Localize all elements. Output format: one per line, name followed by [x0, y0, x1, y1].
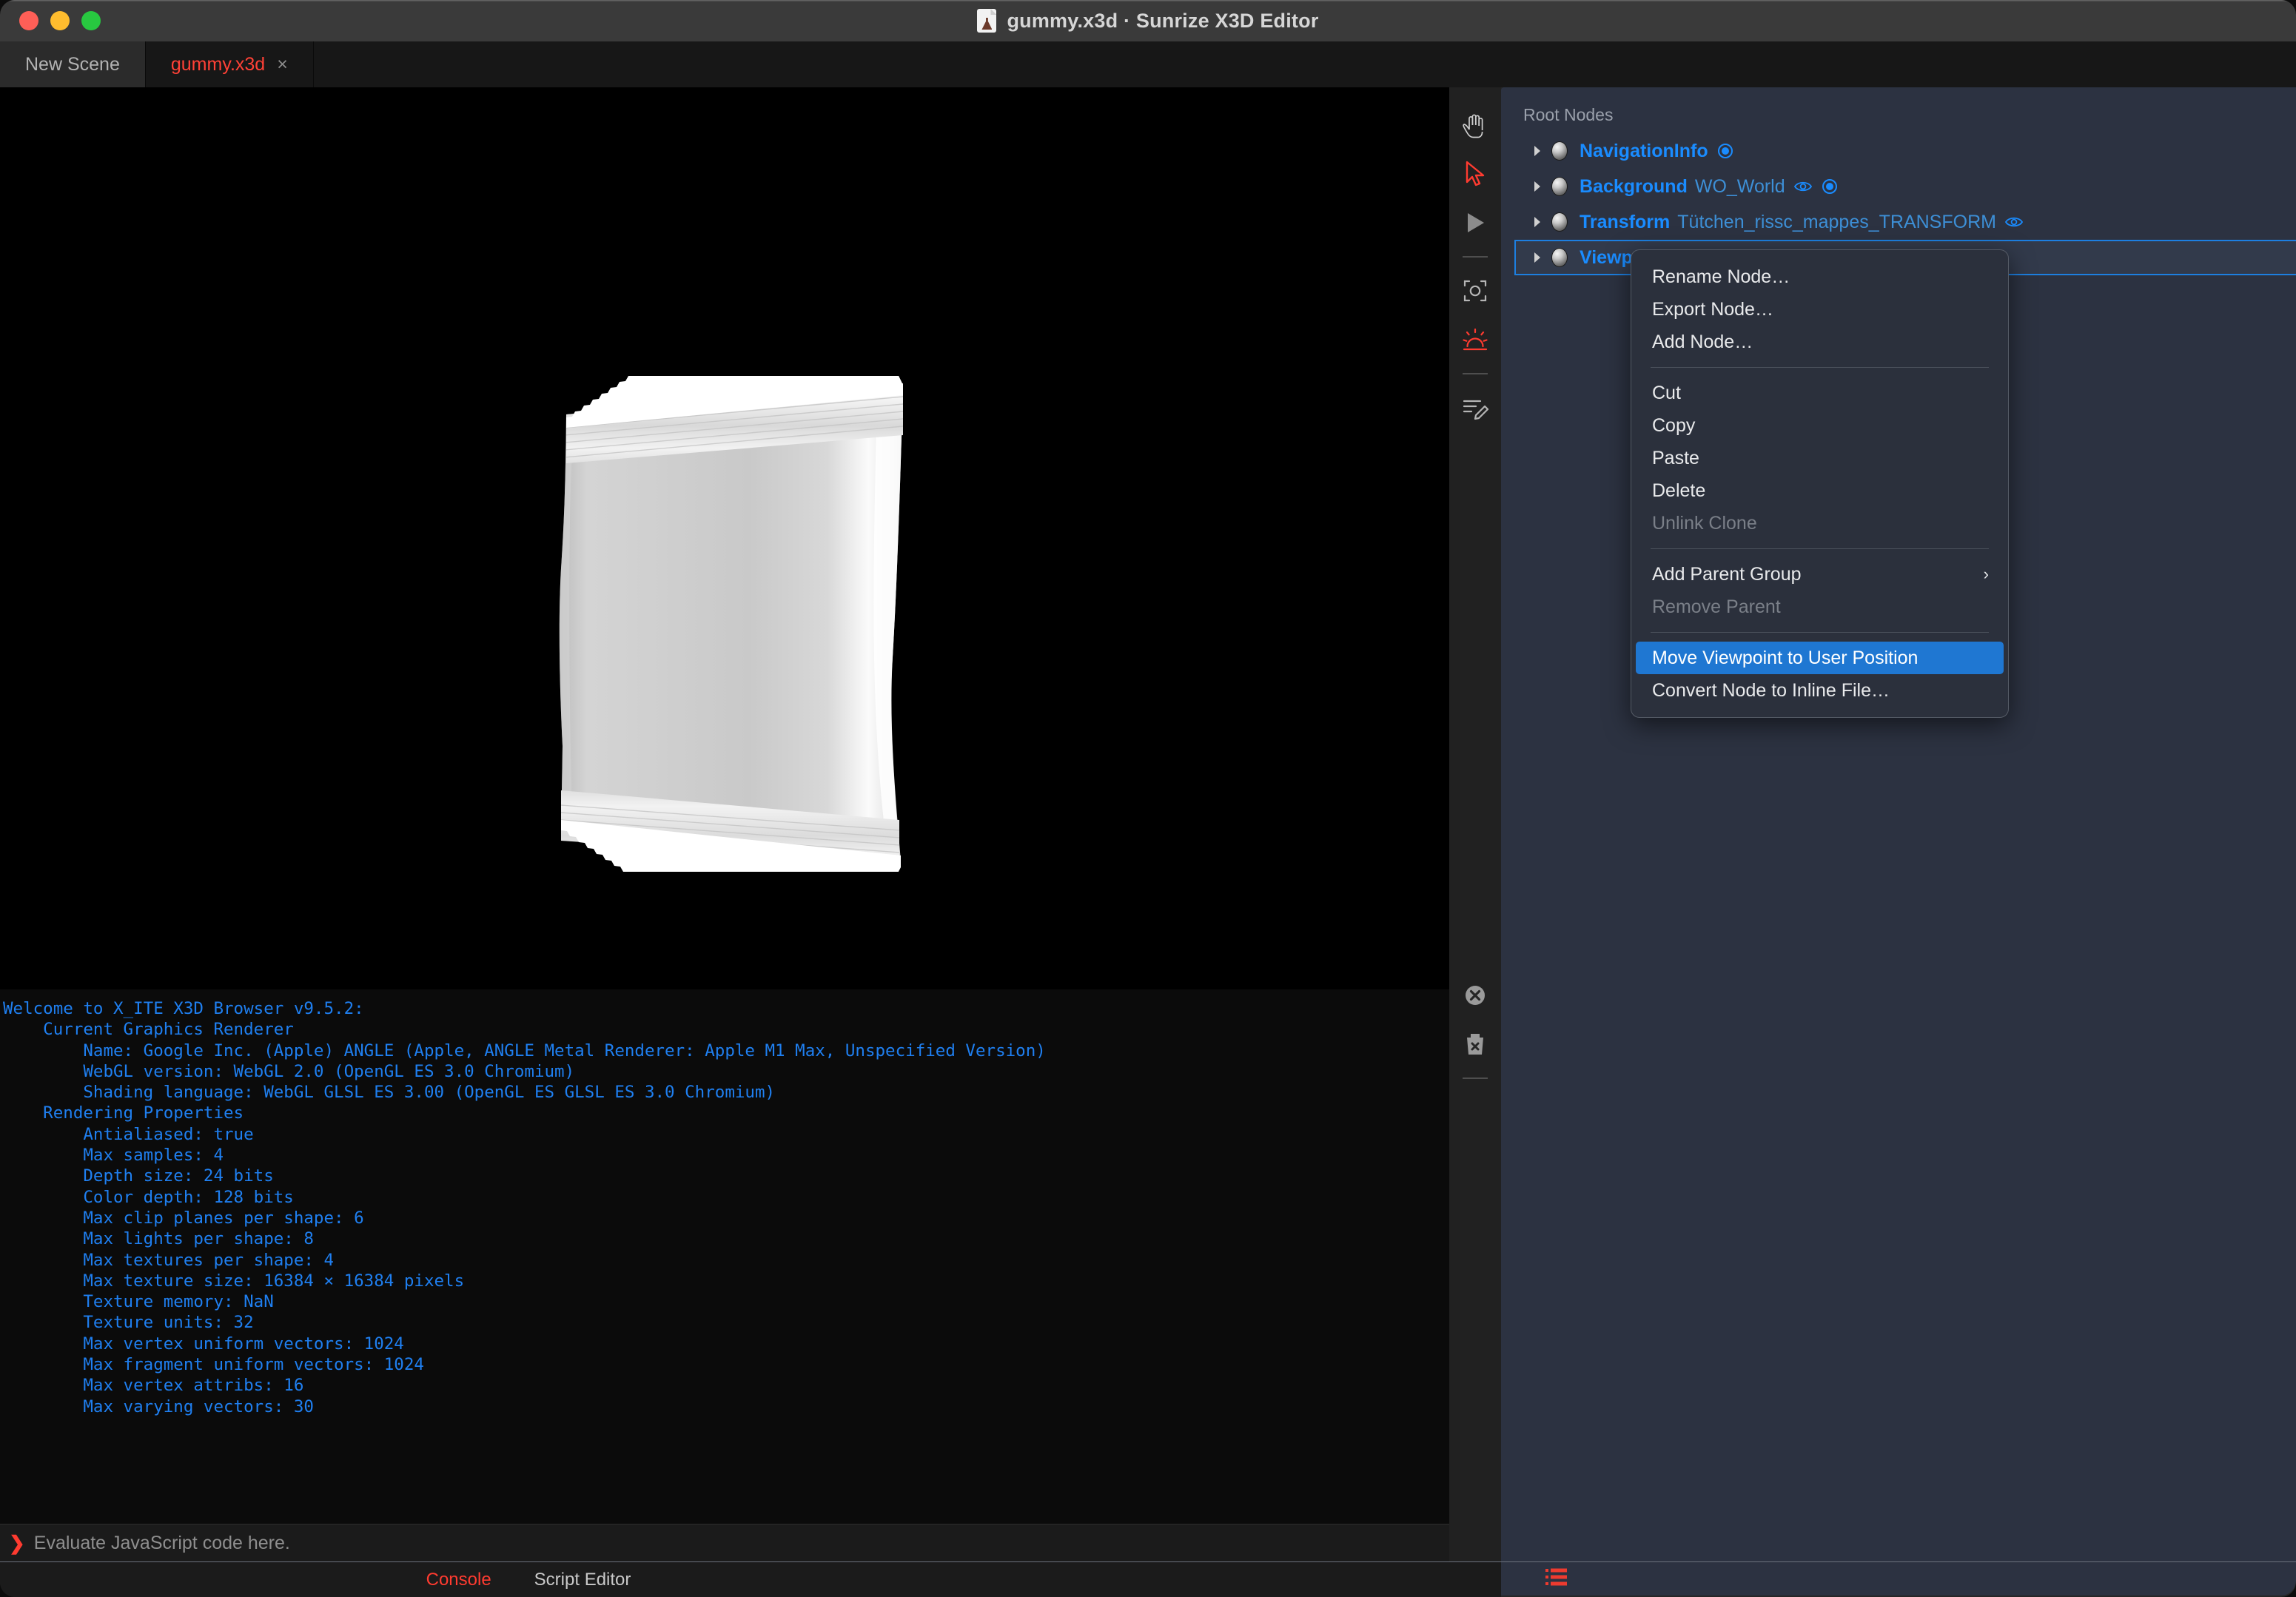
menu-item-add-node[interactable]: Add Node…	[1631, 326, 2008, 358]
node-sphere-icon	[1551, 248, 1568, 267]
viewpoint-camera-icon[interactable]	[1454, 266, 1496, 315]
candy-wrapper-sachet-3d-model	[540, 376, 933, 872]
menu-item-remove-parent: Remove Parent	[1631, 591, 2008, 623]
x3d-document-icon	[977, 9, 997, 33]
tab-label: New Scene	[25, 53, 120, 75]
menu-divider	[1651, 367, 1989, 368]
menu-item-rename-node[interactable]: Rename Node…	[1631, 260, 2008, 293]
chevron-right-icon[interactable]	[1532, 215, 1551, 229]
title-group: gummy.x3d · Sunrize X3D Editor	[0, 0, 2296, 41]
console-output[interactable]: Welcome to X_ITE X3D Browser v9.5.2: Cur…	[0, 989, 1449, 1524]
menu-divider	[1651, 632, 1989, 633]
toolbar-divider	[1463, 373, 1488, 374]
scene-tab-bar: New Scene gummy.x3d ×	[0, 41, 2296, 87]
menu-item-label: Copy	[1652, 414, 1696, 436]
tab-label: gummy.x3d	[170, 53, 266, 75]
menu-item-label: Add Node…	[1652, 331, 1753, 352]
javascript-eval-input[interactable]	[33, 1532, 1449, 1554]
delete-trash-x-icon[interactable]	[1454, 1020, 1496, 1069]
menu-item-label: Convert Node to Inline File…	[1652, 679, 1890, 701]
menu-item-label: Export Node…	[1652, 298, 1773, 320]
x3d-viewport[interactable]	[0, 87, 1449, 989]
menu-item-label: Paste	[1652, 447, 1699, 468]
menu-item-export-node[interactable]: Export Node…	[1631, 293, 2008, 326]
window-controls	[19, 11, 101, 30]
tab-new-scene[interactable]: New Scene	[0, 41, 146, 87]
toolbar-divider	[1463, 1077, 1488, 1079]
menu-item-label: Delete	[1652, 480, 1706, 501]
menu-divider	[1651, 548, 1989, 549]
chevron-right-icon: ›	[1983, 565, 1989, 583]
menu-item-label: Cut	[1652, 382, 1681, 403]
viewport-toolbar	[1449, 87, 1501, 1561]
node-sphere-icon	[1551, 212, 1568, 232]
window-title: gummy.x3d · Sunrize X3D Editor	[1007, 9, 1319, 32]
node-type-label: Transform	[1580, 211, 1671, 232]
menu-item-label: Move Viewpoint to User Position	[1652, 647, 1919, 668]
menu-item-unlink-clone: Unlink Clone	[1631, 507, 2008, 539]
menu-item-copy[interactable]: Copy	[1631, 409, 2008, 442]
menu-item-label: Remove Parent	[1652, 596, 1781, 617]
bottom-tab-bar: Console Script Editor	[0, 1561, 1501, 1597]
edit-lines-pencil-icon[interactable]	[1454, 383, 1496, 432]
radio-icon[interactable]	[1716, 142, 1734, 160]
tree-node-transform[interactable]: Transform Tütchen_rissc_mappes_TRANSFORM	[1514, 204, 2292, 240]
outliner-footer	[1501, 1561, 2296, 1596]
node-icon-group	[1793, 178, 1839, 195]
title-bar: gummy.x3d · Sunrize X3D Editor	[0, 0, 2296, 41]
menu-item-add-parent-group[interactable]: Add Parent Group ›	[1631, 558, 2008, 591]
menu-item-label: Rename Node…	[1652, 266, 1790, 287]
close-window-button[interactable]	[19, 11, 38, 30]
hand-tool-icon[interactable]	[1454, 101, 1496, 149]
play-tool-icon[interactable]	[1454, 198, 1496, 247]
toolbar-divider	[1463, 256, 1488, 258]
close-icon[interactable]: ×	[277, 54, 288, 75]
eye-icon[interactable]	[2004, 215, 2024, 229]
menu-item-delete[interactable]: Delete	[1631, 474, 2008, 507]
console-text: Welcome to X_ITE X3D Browser v9.5.2: Cur…	[3, 999, 1046, 1416]
menu-item-move-viewpoint-to-user-position[interactable]: Move Viewpoint to User Position	[1636, 642, 2004, 674]
tab-gummy-x3d[interactable]: gummy.x3d ×	[145, 41, 314, 87]
tree-node-navigationinfo[interactable]: NavigationInfo	[1514, 133, 2292, 169]
menu-item-label: Add Parent Group	[1652, 563, 1802, 585]
tab-console[interactable]: Console	[426, 1570, 491, 1590]
tab-script-editor[interactable]: Script Editor	[534, 1570, 631, 1590]
clear-console-circle-x-icon[interactable]	[1454, 971, 1496, 1020]
node-icon-group	[1716, 142, 1734, 160]
tree-node-background[interactable]: Background WO_World	[1514, 169, 2292, 204]
zoom-window-button[interactable]	[81, 11, 101, 30]
node-context-menu: Rename Node… Export Node… Add Node… Cut …	[1631, 249, 2009, 718]
eye-icon[interactable]	[1793, 179, 1813, 194]
menu-item-label: Unlink Clone	[1652, 512, 1757, 534]
menu-item-convert-node-to-inline-file[interactable]: Convert Node to Inline File…	[1631, 674, 2008, 707]
node-sphere-icon	[1551, 141, 1568, 161]
chevron-right-icon[interactable]	[1532, 251, 1551, 264]
red-list-icon[interactable]	[1544, 1567, 1569, 1591]
node-sphere-icon	[1551, 177, 1568, 196]
node-type-label: NavigationInfo	[1580, 140, 1708, 161]
lighting-sun-icon[interactable]	[1454, 315, 1496, 364]
chevron-right-icon[interactable]	[1532, 180, 1551, 193]
node-name-label: WO_World	[1694, 175, 1785, 197]
javascript-eval-bar: ❯	[0, 1524, 1449, 1561]
minimize-window-button[interactable]	[50, 11, 70, 30]
wrapper-body	[559, 389, 903, 861]
menu-item-cut[interactable]: Cut	[1631, 377, 2008, 409]
node-name-label: Tütchen_rissc_mappes_TRANSFORM	[1677, 211, 1996, 232]
application-window: gummy.x3d · Sunrize X3D Editor New Scene…	[0, 0, 2296, 1597]
node-icon-group	[2004, 215, 2024, 229]
chevron-right-icon[interactable]	[1532, 144, 1551, 158]
menu-item-paste[interactable]: Paste	[1631, 442, 2008, 474]
outliner-header: Root Nodes	[1523, 105, 1614, 124]
node-type-label: Background	[1580, 175, 1688, 197]
prompt-chevron-icon: ❯	[9, 1531, 25, 1554]
arrow-select-tool-icon[interactable]	[1454, 149, 1496, 198]
radio-icon[interactable]	[1821, 178, 1839, 195]
